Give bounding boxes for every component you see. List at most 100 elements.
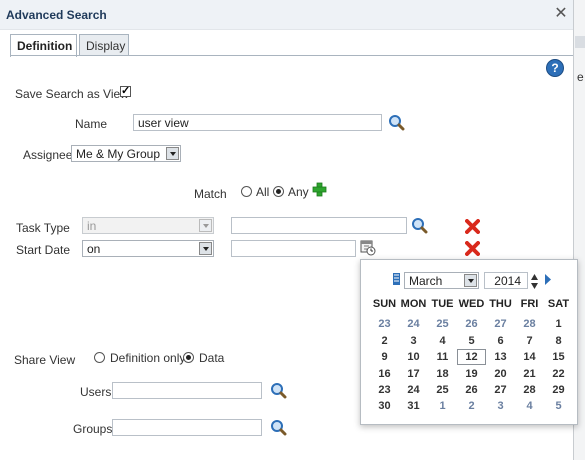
calendar-day[interactable]: 13 xyxy=(486,351,515,363)
search-icon[interactable] xyxy=(270,419,287,436)
calendar-day[interactable]: 2 xyxy=(370,335,399,347)
year-input[interactable]: 2014 xyxy=(484,272,528,289)
calendar-day-adjacent-month[interactable]: 26 xyxy=(457,318,486,330)
share-definition-radio[interactable] xyxy=(94,352,105,363)
calendar-week-row: 23 24 25 26 27 28 29 xyxy=(370,384,576,400)
calendar-day[interactable]: 30 xyxy=(370,400,399,412)
start-date-operator-select[interactable]: on xyxy=(82,240,214,257)
calendar-day-adjacent-month[interactable]: 2 xyxy=(457,400,486,412)
calendar-day[interactable]: 22 xyxy=(544,368,573,380)
calendar-day[interactable]: 25 xyxy=(428,384,457,396)
calendar-day[interactable]: 29 xyxy=(544,384,573,396)
calendar-icon[interactable] xyxy=(360,239,376,256)
calendar-day[interactable]: 16 xyxy=(370,368,399,380)
calendar-day-adjacent-month[interactable]: 28 xyxy=(515,318,544,330)
calendar-week-row: 30 31 1 2 3 4 5 xyxy=(370,400,576,416)
calendar-day[interactable]: 26 xyxy=(457,384,486,396)
close-icon[interactable]: ✕ xyxy=(552,5,570,23)
calendar-day-adjacent-month[interactable]: 5 xyxy=(544,400,573,412)
month-select[interactable]: March xyxy=(404,272,479,289)
task-type-label: Task Type xyxy=(16,221,70,235)
task-type-operator-value: in xyxy=(87,219,97,233)
next-month-icon[interactable] xyxy=(544,274,552,285)
dialog-title: Advanced Search xyxy=(6,8,107,22)
calendar-day[interactable]: 8 xyxy=(544,335,573,347)
calendar-day[interactable]: 17 xyxy=(399,368,428,380)
calendar-day[interactable]: 20 xyxy=(486,368,515,380)
chevron-down-icon[interactable] xyxy=(199,242,212,255)
delete-icon[interactable] xyxy=(465,241,480,256)
weekday-label: FRI xyxy=(520,298,539,310)
year-value: 2014 xyxy=(494,274,521,288)
calendar-day-adjacent-month[interactable]: 4 xyxy=(515,400,544,412)
delete-icon[interactable] xyxy=(465,219,480,234)
calendar-day[interactable]: 3 xyxy=(399,335,428,347)
calendar-week-row: 9 10 11 12 13 14 15 xyxy=(370,349,576,367)
calendar-week-row: 16 17 18 19 20 21 22 xyxy=(370,368,576,384)
calendar-day-adjacent-month[interactable]: 3 xyxy=(486,400,515,412)
spin-down-icon[interactable] xyxy=(530,282,539,290)
start-date-input[interactable] xyxy=(231,240,356,257)
calendar-day[interactable]: 9 xyxy=(370,351,399,363)
search-icon[interactable] xyxy=(270,382,287,399)
groups-label: Groups xyxy=(73,422,113,436)
share-data-radio[interactable] xyxy=(183,352,194,363)
chevron-down-icon xyxy=(199,219,212,232)
add-icon[interactable] xyxy=(312,182,327,197)
calendar-day-adjacent-month[interactable]: 27 xyxy=(486,318,515,330)
share-view-label: Share View xyxy=(14,353,76,367)
calendar-day[interactable]: 18 xyxy=(428,368,457,380)
search-icon[interactable] xyxy=(411,217,428,234)
calendar-day[interactable]: 24 xyxy=(399,384,428,396)
calendar-week-row: 23 24 25 26 27 28 1 xyxy=(370,318,576,334)
dialog-titlebar: Advanced Search ✕ xyxy=(0,0,585,30)
calendar-day[interactable]: 4 xyxy=(428,335,457,347)
calendar-day[interactable]: 15 xyxy=(544,351,573,363)
tab-definition[interactable]: Definition xyxy=(10,34,77,57)
calendar-day[interactable]: 12 xyxy=(457,349,486,365)
calendar-day[interactable]: 11 xyxy=(428,351,457,363)
background-edge-text: e xyxy=(577,70,584,84)
calendar-day[interactable]: 6 xyxy=(486,335,515,347)
calendar-day[interactable]: 28 xyxy=(515,384,544,396)
task-type-operator-select: in xyxy=(82,217,214,234)
groups-input[interactable] xyxy=(112,419,262,436)
match-all-radio[interactable] xyxy=(241,186,252,197)
calendar-book-icon xyxy=(393,273,400,285)
chevron-down-icon[interactable] xyxy=(464,274,477,287)
spin-up-icon[interactable] xyxy=(530,273,539,281)
calendar-day[interactable]: 1 xyxy=(544,318,573,330)
users-input[interactable] xyxy=(112,382,262,399)
match-label: Match xyxy=(194,187,227,201)
tab-display[interactable]: Display xyxy=(79,34,129,56)
calendar-day-adjacent-month[interactable]: 23 xyxy=(370,318,399,330)
calendar-day[interactable]: 27 xyxy=(486,384,515,396)
calendar-day[interactable]: 10 xyxy=(399,351,428,363)
calendar-day[interactable]: 7 xyxy=(515,335,544,347)
share-data-label: Data xyxy=(199,351,225,365)
assignee-label: Assignee xyxy=(23,148,73,162)
calendar-day-adjacent-month[interactable]: 24 xyxy=(399,318,428,330)
search-icon[interactable] xyxy=(388,114,405,131)
share-definition-label: Definition only xyxy=(110,351,186,365)
weekday-label: TUE xyxy=(431,298,454,310)
calendar-day[interactable]: 21 xyxy=(515,368,544,380)
calendar-day[interactable]: 5 xyxy=(457,335,486,347)
calendar-day[interactable]: 23 xyxy=(370,384,399,396)
save-as-view-label: Save Search as View xyxy=(15,87,129,101)
weekday-header: SUN MON TUE WED THU FRI SAT xyxy=(370,298,576,314)
task-type-input[interactable] xyxy=(231,217,407,234)
weekday-label: SAT xyxy=(547,298,570,310)
assignee-select[interactable]: Me & My Group xyxy=(71,145,181,162)
chevron-down-icon[interactable] xyxy=(166,147,179,160)
calendar-day[interactable]: 14 xyxy=(515,351,544,363)
name-label: Name xyxy=(75,117,108,131)
calendar-day-adjacent-month[interactable]: 25 xyxy=(428,318,457,330)
calendar-day[interactable]: 19 xyxy=(457,368,486,380)
calendar-day[interactable]: 31 xyxy=(399,400,428,412)
help-icon[interactable]: ? xyxy=(546,59,564,77)
match-any-radio[interactable] xyxy=(273,186,284,197)
calendar-day-adjacent-month[interactable]: 1 xyxy=(428,400,457,412)
name-input[interactable] xyxy=(133,114,382,131)
save-as-view-checkbox[interactable]: ✓ xyxy=(120,86,131,97)
